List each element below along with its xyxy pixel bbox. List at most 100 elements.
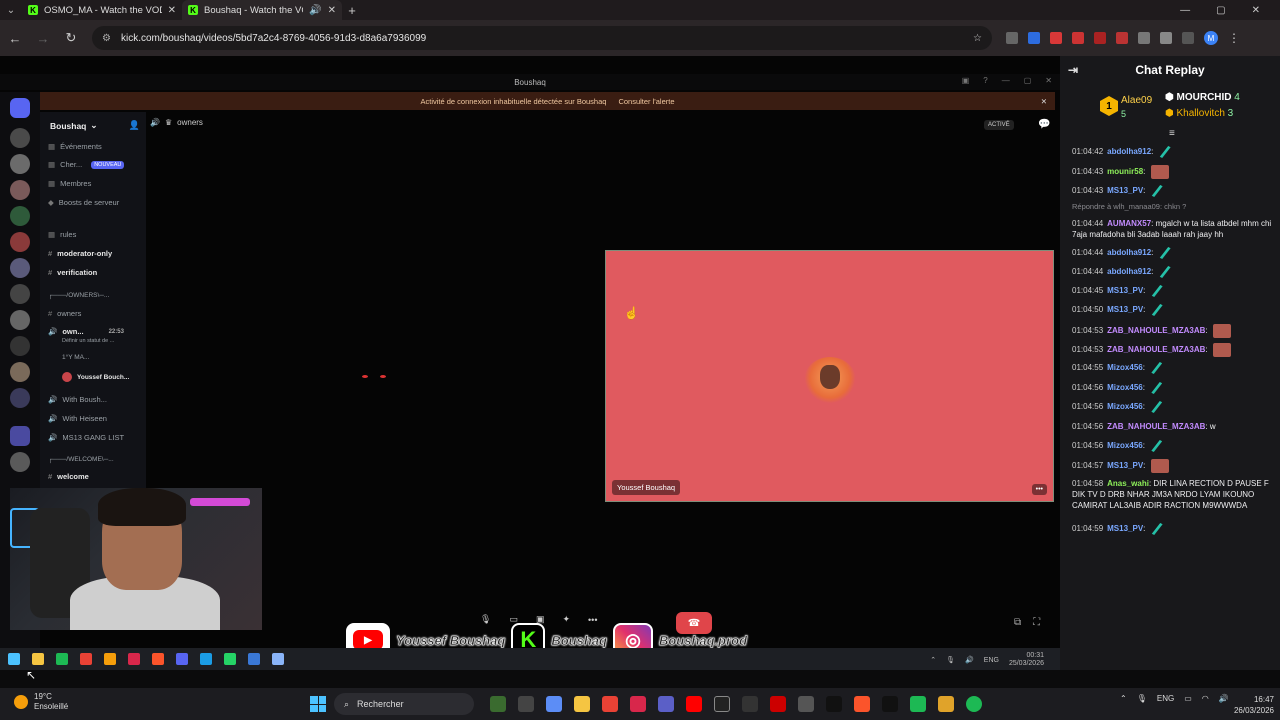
message-separator: :: [1205, 345, 1210, 355]
app-icon[interactable]: [490, 696, 506, 712]
close-icon[interactable]: ✕: [1252, 5, 1260, 16]
close-icon: ✕: [1045, 76, 1052, 85]
extension-icon[interactable]: [1116, 32, 1128, 44]
speaker-icon[interactable]: 🔊: [309, 5, 321, 16]
app-icon[interactable]: [798, 696, 814, 712]
extension-icon[interactable]: [1094, 32, 1106, 44]
message-time: 01:04:50: [1072, 305, 1104, 315]
language-indicator[interactable]: ENG: [1157, 694, 1174, 703]
back-icon[interactable]: ←: [8, 31, 22, 46]
wifi-icon[interactable]: ◠: [1202, 694, 1209, 703]
server-icon: [10, 154, 30, 174]
message-username[interactable]: abdolha912: [1107, 147, 1151, 156]
chat-message: 01:04:44 abdolha912:: [1072, 247, 1272, 259]
message-username[interactable]: MS13_PV: [1107, 524, 1143, 533]
app-icon[interactable]: [742, 696, 758, 712]
category-label: ┌───/WELCOME\─...: [48, 456, 114, 463]
weather-widget[interactable]: 19°C Ensoleillé: [14, 692, 68, 712]
gift-leaderboard[interactable]: 1 Alae09 5 ⬢ MOURCHID 4 ⬢ Khallovitch 3 …: [1060, 84, 1280, 139]
new-tab-button[interactable]: +: [342, 3, 362, 18]
app-icon[interactable]: [630, 696, 646, 712]
taskbar-search[interactable]: ⌕ Rechercher: [334, 693, 474, 715]
windows-start-icon[interactable]: [310, 696, 326, 712]
message-separator: :: [1142, 441, 1148, 451]
message-username[interactable]: MS13_PV: [1107, 461, 1143, 470]
discord-window-controls: ▣ ? — ▢ ✕: [962, 76, 1052, 85]
app-icon[interactable]: [882, 696, 898, 712]
message-time: 01:04:44: [1072, 267, 1104, 277]
message-time: 01:04:43: [1072, 167, 1104, 177]
streamer-clock: 00:31 25/03/2026: [1009, 652, 1044, 668]
message-username[interactable]: MS13_PV: [1107, 186, 1143, 195]
copilot-icon[interactable]: [546, 696, 562, 712]
tab-search-icon[interactable]: ⌄: [0, 0, 22, 20]
more-menu-icon[interactable]: ⋮: [1228, 31, 1240, 45]
message-username[interactable]: MS13_PV: [1107, 305, 1143, 314]
expand-leaderboard-icon[interactable]: ≡: [1169, 128, 1175, 139]
profile-avatar[interactable]: M: [1204, 31, 1218, 45]
tab-close-icon[interactable]: ✕: [168, 5, 176, 16]
discord-channel-list: Boushaq ⌄ 👤 ▦ Événements ▦ Cher... NOUVEAU …: [40, 112, 146, 542]
message-username[interactable]: abdolha912: [1107, 267, 1151, 276]
popout-icon: ⧉: [1014, 617, 1022, 628]
spotify-icon[interactable]: [966, 696, 982, 712]
message-username[interactable]: Mizox456: [1107, 363, 1143, 372]
extension-icon[interactable]: [1006, 32, 1018, 44]
site-info-icon[interactable]: ⚙: [102, 33, 111, 44]
message-username[interactable]: Mizox456: [1107, 402, 1143, 411]
browse-icon: ▦: [48, 160, 56, 169]
taskbar-clock[interactable]: 16:47 26/03/2026: [1228, 694, 1274, 716]
message-username[interactable]: abdolha912: [1107, 248, 1151, 257]
message-time: 01:04:56: [1072, 402, 1104, 412]
app-icon[interactable]: [910, 696, 926, 712]
message-username[interactable]: MS13_PV: [1107, 286, 1143, 295]
forward-icon[interactable]: →: [36, 31, 50, 46]
extension-icon[interactable]: [1028, 32, 1040, 44]
message-username[interactable]: Mizox456: [1107, 383, 1143, 392]
extension-icon[interactable]: [1138, 32, 1150, 44]
brave-icon[interactable]: [854, 696, 870, 712]
channel-label: verification: [57, 268, 98, 277]
message-username[interactable]: mounir58: [1107, 167, 1143, 176]
puzzle-icon[interactable]: [1160, 32, 1172, 44]
app-icon: [200, 653, 212, 665]
tab-boushaq[interactable]: K Boushaq - Watch the VOD o 🔊 ✕: [182, 0, 342, 20]
display-icon[interactable]: ▭: [1184, 694, 1192, 703]
teams-icon[interactable]: [658, 696, 674, 712]
task-view-icon[interactable]: [518, 696, 534, 712]
video-player[interactable]: Boushaq ▣ ? — ▢ ✕ Activité de connexion …: [0, 56, 1060, 670]
chevron-up-icon[interactable]: ⌃: [1120, 694, 1127, 703]
collapse-chat-icon[interactable]: ⇥: [1068, 63, 1078, 77]
channel-item: ▦ Membres: [48, 179, 91, 188]
chrome-icon[interactable]: [602, 696, 618, 712]
message-username[interactable]: ZAB_NAHOULE_MZA3AB: [1107, 422, 1205, 431]
maximize-icon[interactable]: ▢: [1216, 5, 1225, 16]
message-username[interactable]: ZAB_NAHOULE_MZA3AB: [1107, 326, 1205, 335]
bookmark-star-icon[interactable]: ☆: [973, 33, 982, 44]
message-separator: :: [1151, 267, 1156, 277]
clock-time: 16:47: [1253, 695, 1274, 704]
minimize-icon[interactable]: —: [1180, 5, 1190, 16]
app-icon[interactable]: [714, 696, 730, 712]
server-icon: [10, 232, 30, 252]
app-icon[interactable]: [770, 696, 786, 712]
app-icon[interactable]: [826, 696, 842, 712]
browser-tab-bar: ⌄ K OSMO_MA - Watch the VOD o ✕ K Bousha…: [0, 0, 1280, 20]
tab-close-icon[interactable]: ✕: [328, 5, 336, 16]
message-username[interactable]: AUMANX57: [1107, 219, 1151, 228]
youtube-icon[interactable]: [686, 696, 702, 712]
extension-icon[interactable]: [1050, 32, 1062, 44]
folder-icon[interactable]: [574, 696, 590, 712]
tab-osmo[interactable]: K OSMO_MA - Watch the VOD o ✕: [22, 0, 182, 20]
microphone-icon[interactable]: 🎙: [1137, 694, 1147, 703]
message-username[interactable]: ZAB_NAHOULE_MZA3AB: [1107, 345, 1205, 354]
message-username[interactable]: Mizox456: [1107, 441, 1143, 450]
sun-icon: [14, 695, 28, 709]
app-icon[interactable]: [938, 696, 954, 712]
tab-list-icon[interactable]: [1182, 32, 1194, 44]
message-username[interactable]: Anas_wahi: [1107, 479, 1149, 488]
reload-icon[interactable]: ↻: [64, 30, 78, 46]
server-icon: [10, 310, 30, 330]
extension-icon[interactable]: [1072, 32, 1084, 44]
url-field[interactable]: ⚙ kick.com/boushaq/videos/5bd7a2c4-8769-…: [92, 26, 992, 50]
